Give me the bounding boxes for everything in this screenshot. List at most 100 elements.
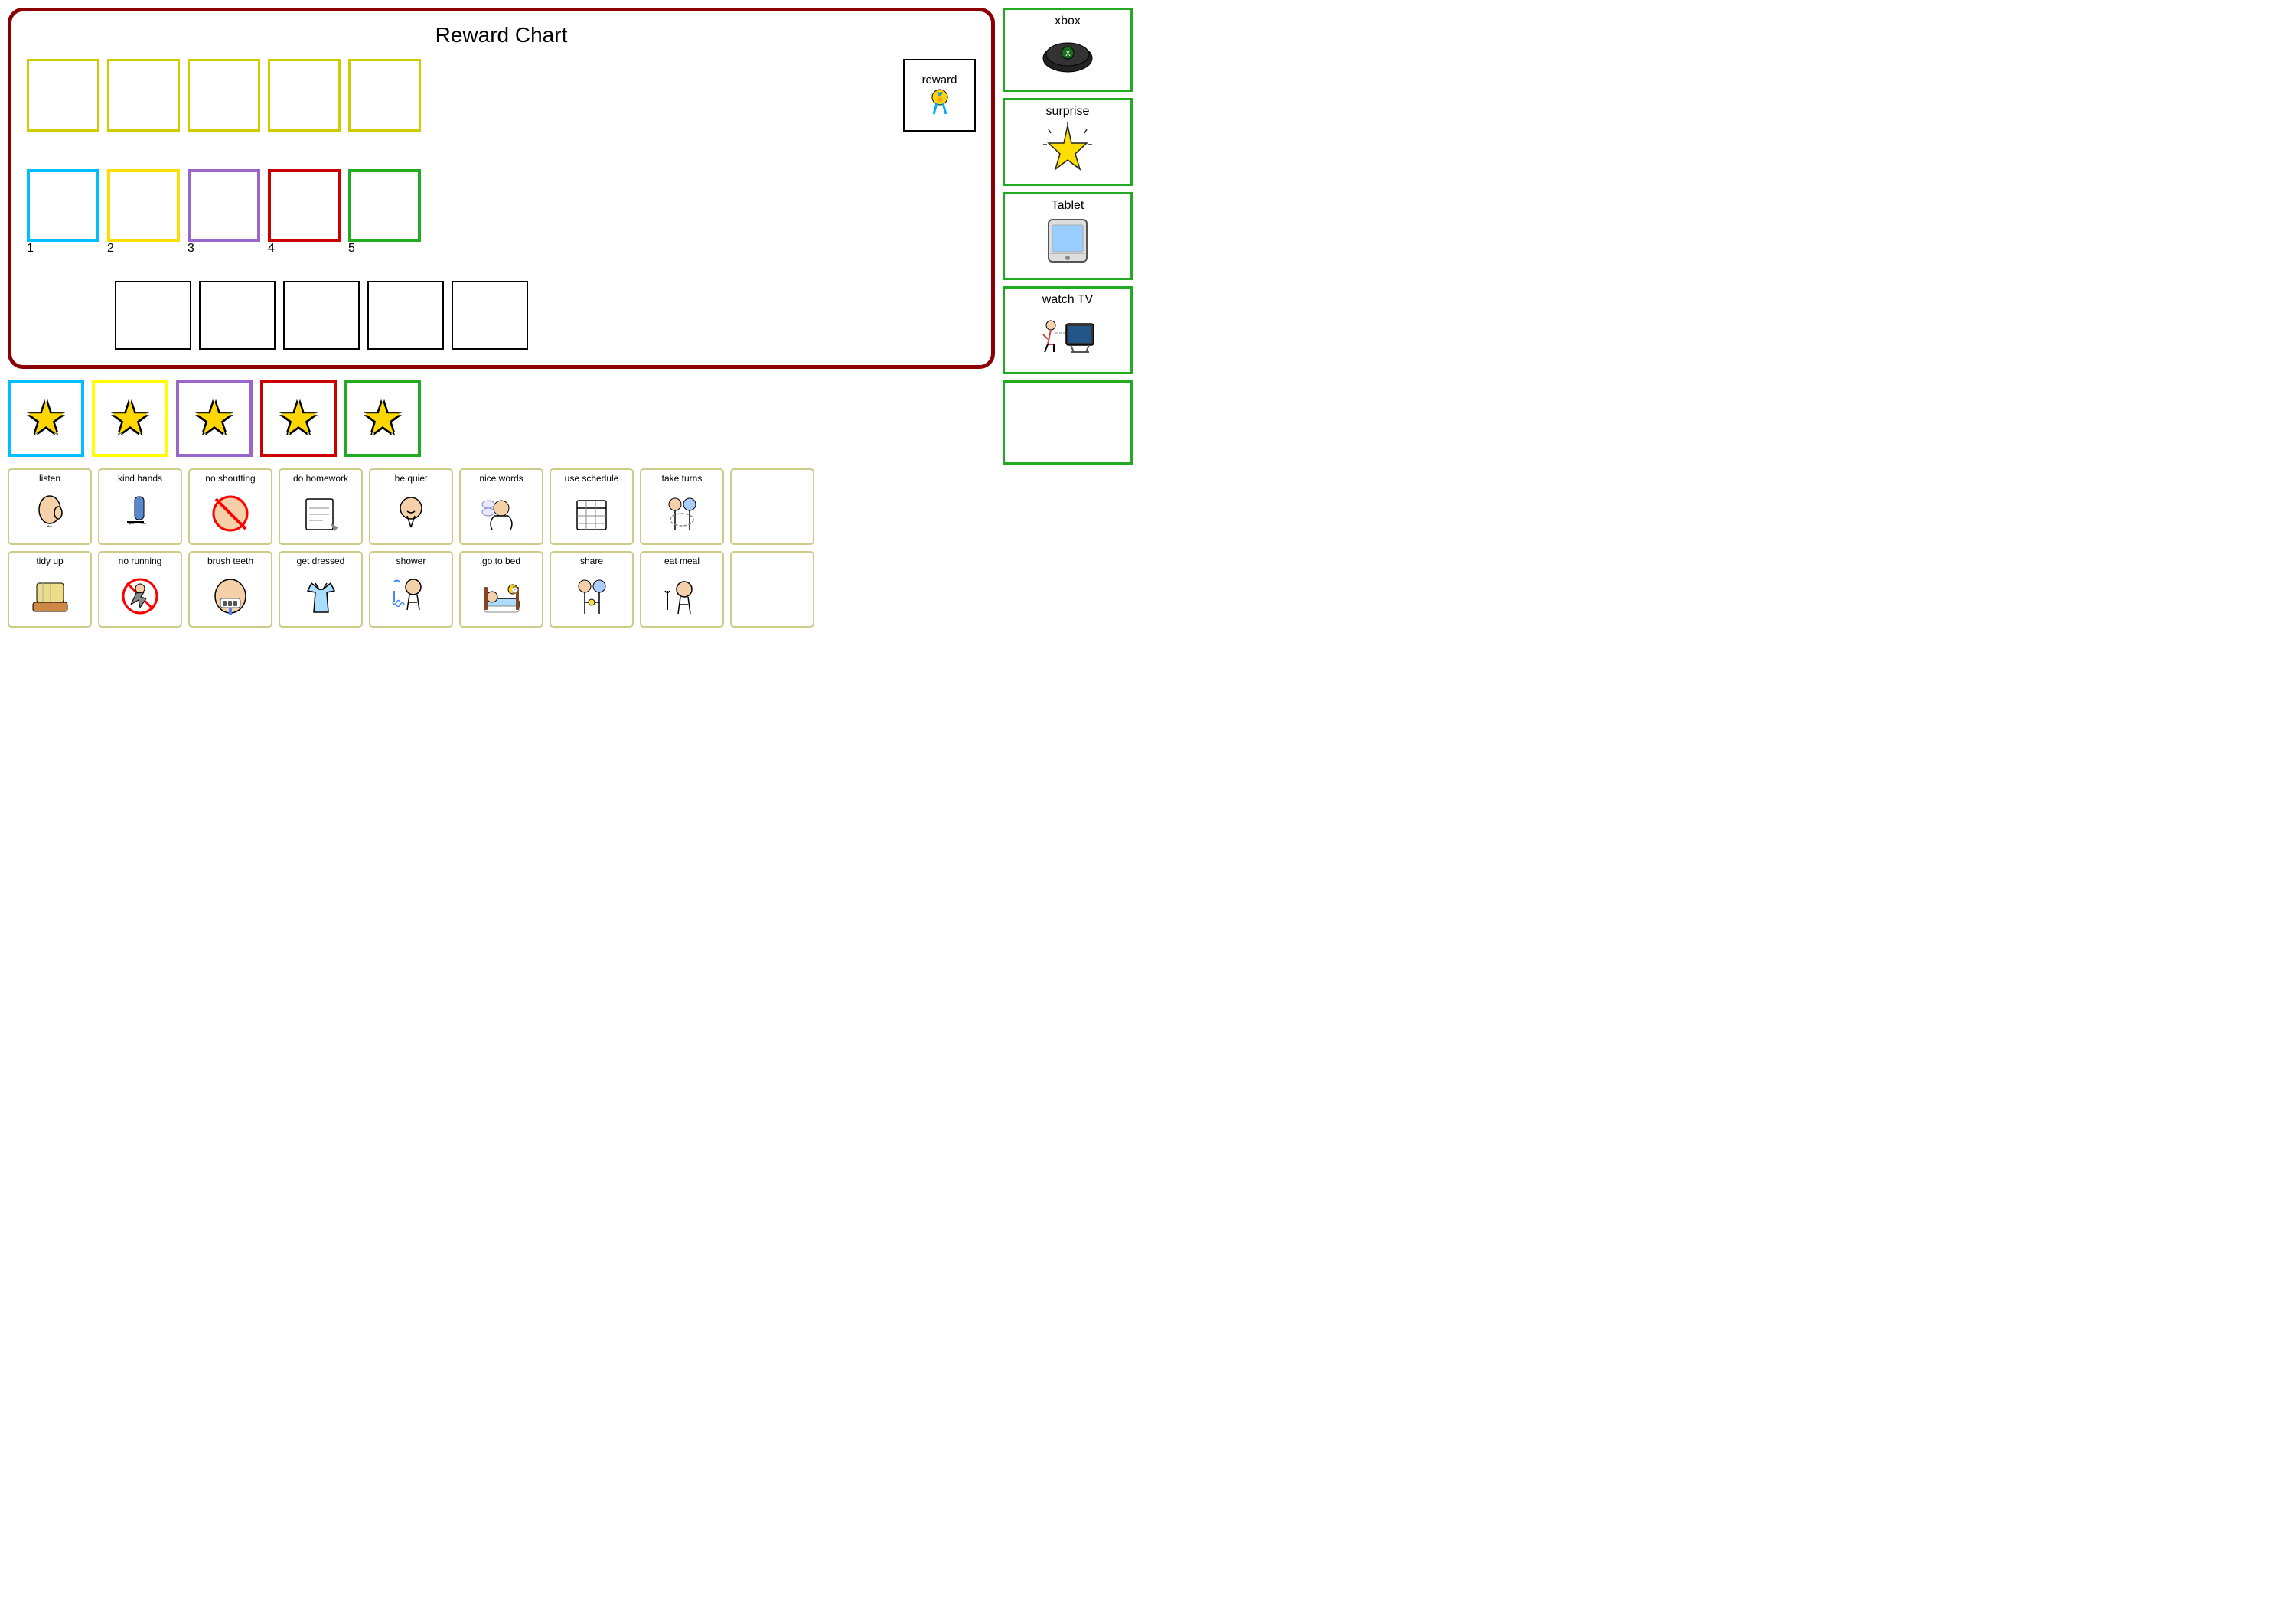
chart-cell-r3-5[interactable]: [452, 281, 528, 350]
task-icon-no-running: [119, 568, 161, 624]
task-icon-use-schedule: [571, 485, 613, 542]
task-label-eat-meal: eat meal: [664, 556, 700, 566]
task-card-use-schedule[interactable]: use schedule: [550, 468, 634, 545]
task-card-brush-teeth[interactable]: brush teeth: [188, 551, 272, 628]
main-area: Reward Chart reward 🏅: [0, 0, 1148, 635]
task-card-share[interactable]: share: [550, 551, 634, 628]
task-card-no-shouting[interactable]: no shoutting: [188, 468, 272, 545]
cell-number-3: 3: [188, 242, 194, 255]
reward-icon-xbox: X: [1037, 31, 1098, 85]
task-card-nice-words[interactable]: nice words: [459, 468, 543, 545]
task-icon-share: [571, 568, 613, 624]
reward-ribbon-icon: 🏅: [925, 86, 955, 117]
task-label-kind-hands: kind hands: [118, 473, 162, 484]
cell-number-2: 2: [107, 242, 114, 255]
task-card-get-dressed[interactable]: get dressed: [279, 551, 363, 628]
chart-cell-r3-3[interactable]: [283, 281, 360, 350]
chart-cell-r1-3[interactable]: [188, 59, 260, 132]
task-label-no-shouting: no shoutting: [205, 473, 255, 484]
task-card-do-homework[interactable]: do homework: [279, 468, 363, 545]
chart-cell-r3-2[interactable]: [199, 281, 276, 350]
task-card-take-turns[interactable]: take turns: [640, 468, 724, 545]
svg-text:← →: ← →: [127, 517, 148, 527]
task-label-brush-teeth: brush teeth: [207, 556, 253, 566]
reward-item-surprise[interactable]: surprise: [1003, 98, 1133, 186]
task-icon-listen: ←: [29, 485, 71, 542]
chart-cell-blue[interactable]: [27, 169, 99, 242]
reward-box: reward 🏅: [903, 59, 976, 132]
task-card-empty-2[interactable]: [730, 551, 814, 628]
task-label-shower: shower: [396, 556, 426, 566]
task-card-no-running[interactable]: no running: [98, 551, 182, 628]
task-icon-go-to-bed: ⌚: [481, 568, 523, 624]
cell-number-4: 4: [268, 242, 275, 255]
task-icon-tidy-up: [29, 568, 71, 624]
chart-cell-r1-4[interactable]: [268, 59, 341, 132]
chart-cell-r1-1[interactable]: [27, 59, 99, 132]
task-cards-section: listen ← kind hands ← →: [8, 468, 995, 628]
task-label-go-to-bed: go to bed: [482, 556, 520, 566]
task-icon-no-shouting: [210, 485, 252, 542]
task-icon-eat-meal: [661, 568, 703, 624]
chart-cell-r1-2[interactable]: [107, 59, 180, 132]
chart-cell-purple[interactable]: [188, 169, 260, 242]
task-card-kind-hands[interactable]: kind hands ← →: [98, 468, 182, 545]
task-label-take-turns: take turns: [662, 473, 703, 484]
task-card-listen[interactable]: listen ←: [8, 468, 92, 545]
reward-chart: Reward Chart reward 🏅: [8, 8, 995, 369]
task-label-share: share: [580, 556, 603, 566]
star-cell-blue[interactable]: ★: [8, 380, 84, 457]
task-card-be-quiet[interactable]: be quiet: [369, 468, 453, 545]
chart-cell-yellow[interactable]: [107, 169, 180, 242]
reward-label-xbox: xbox: [1055, 15, 1081, 28]
task-icon-do-homework: [300, 485, 342, 542]
svg-text:←: ←: [46, 521, 54, 530]
star-cell-green[interactable]: ★: [344, 380, 421, 457]
stars-row: ★ ★ ★ ★ ★: [8, 377, 995, 461]
task-icon-take-turns: [661, 485, 703, 542]
chart-cell-r3-4[interactable]: [367, 281, 444, 350]
reward-chart-title: Reward Chart: [27, 23, 976, 47]
chart-cell-r3-1[interactable]: [115, 281, 191, 350]
task-label-use-schedule: use schedule: [565, 473, 619, 484]
task-row-1: listen ← kind hands ← →: [8, 468, 995, 545]
task-icon-brush-teeth: [210, 568, 252, 624]
task-card-shower[interactable]: shower: [369, 551, 453, 628]
chart-cell-green[interactable]: [348, 169, 421, 242]
left-area: Reward Chart reward 🏅: [8, 8, 995, 628]
chart-cell-large-green[interactable]: [440, 151, 593, 273]
star-icon-yellow: ★: [109, 392, 151, 445]
star-icon-purple: ★: [194, 392, 235, 445]
reward-item-tablet[interactable]: Tablet: [1003, 192, 1133, 280]
task-label-do-homework: do homework: [293, 473, 348, 484]
task-label-no-running: no running: [119, 556, 162, 566]
reward-label-surprise: surprise: [1046, 105, 1090, 119]
star-icon-green: ★: [362, 392, 403, 445]
task-icon-kind-hands: ← →: [119, 485, 161, 542]
task-label-be-quiet: be quiet: [395, 473, 428, 484]
star-icon-red: ★: [278, 392, 319, 445]
star-cell-yellow[interactable]: ★: [92, 380, 168, 457]
chart-cell-r1-5[interactable]: [348, 59, 421, 132]
task-icon-nice-words: [481, 485, 523, 542]
task-card-tidy-up[interactable]: tidy up: [8, 551, 92, 628]
reward-label-tablet: Tablet: [1052, 199, 1084, 213]
svg-text:🏅: 🏅: [934, 92, 945, 103]
task-label-listen: listen: [39, 473, 60, 484]
chart-row-2: 1 2 3 4 5: [27, 151, 976, 273]
chart-cell-red[interactable]: [268, 169, 341, 242]
reward-item-empty[interactable]: [1003, 380, 1133, 465]
task-card-eat-meal[interactable]: eat meal: [640, 551, 724, 628]
task-row-2: tidy up no running: [8, 551, 995, 628]
task-label-tidy-up: tidy up: [36, 556, 63, 566]
star-cell-red[interactable]: ★: [260, 380, 337, 457]
task-card-go-to-bed[interactable]: go to bed ⌚: [459, 551, 543, 628]
star-cell-purple[interactable]: ★: [176, 380, 253, 457]
reward-item-xbox[interactable]: xbox X: [1003, 8, 1133, 92]
task-card-empty-1[interactable]: [730, 468, 814, 545]
reward-label-watch-tv: watch TV: [1042, 293, 1093, 307]
svg-text:⌚: ⌚: [510, 585, 519, 594]
reward-item-watch-tv[interactable]: watch TV: [1003, 286, 1133, 374]
cell-number-5: 5: [348, 242, 355, 255]
cell-number-1: 1: [27, 242, 34, 255]
